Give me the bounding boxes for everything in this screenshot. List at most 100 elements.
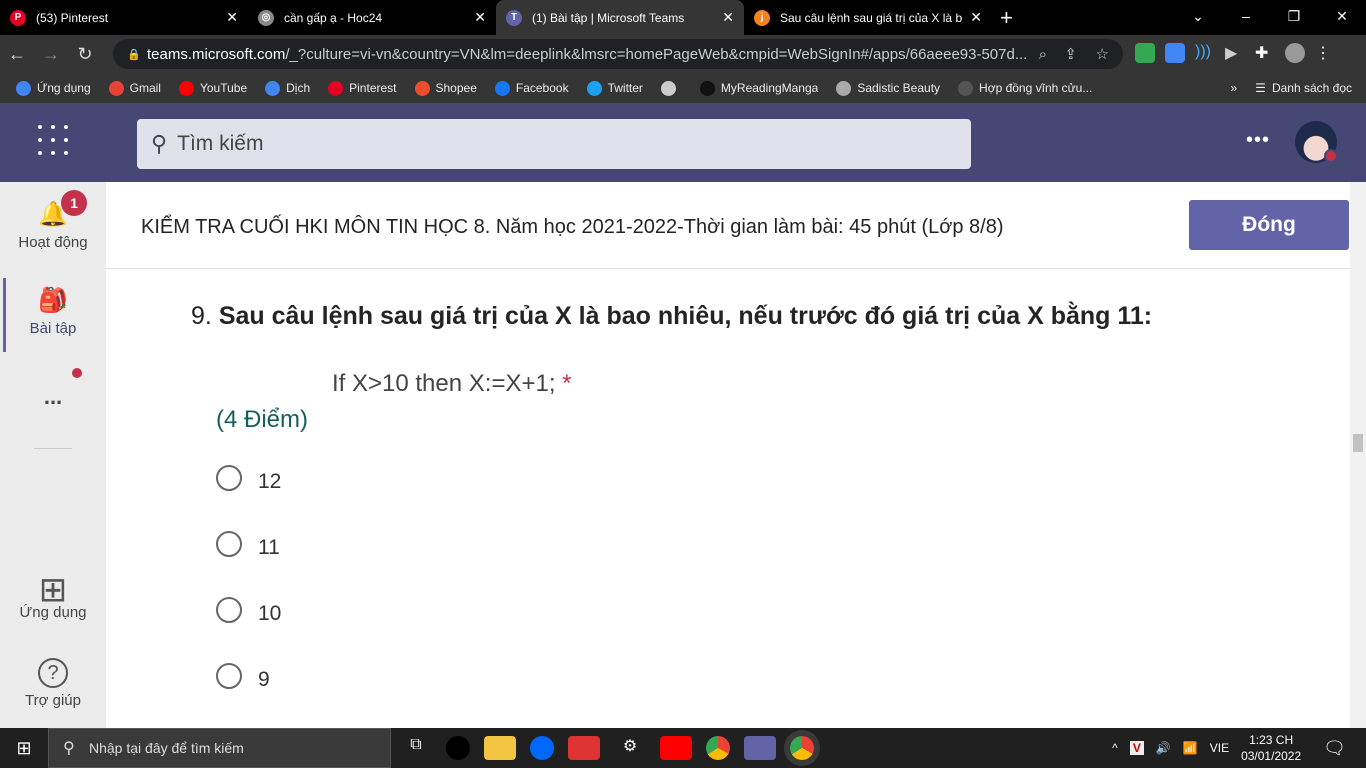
profile-avatar[interactable] xyxy=(1285,43,1305,63)
notifications-icon[interactable]: 🗨 xyxy=(1323,738,1346,759)
bookmark-item[interactable]: Hợp đồng vĩnh cửu... xyxy=(958,80,1092,96)
divider xyxy=(34,448,72,449)
puzzle-icon[interactable]: ✚ xyxy=(1255,43,1275,63)
window-controls: ⌄ – ❐ ✕ xyxy=(1174,0,1366,32)
zoom-icon[interactable]: ⌕ xyxy=(1039,46,1047,63)
close-tab-icon[interactable]: ✕ xyxy=(474,9,486,26)
bookmark-icon xyxy=(660,80,676,96)
more-bookmarks-icon[interactable]: » xyxy=(1230,81,1237,95)
radio-button[interactable] xyxy=(216,597,242,623)
zalo-icon[interactable] xyxy=(530,736,554,760)
volume-icon[interactable]: 🔊 xyxy=(1156,741,1171,755)
bookmark-item[interactable]: Dịch xyxy=(265,80,310,96)
globe-icon: ◎ xyxy=(258,9,274,26)
sidebar-item-apps[interactable]: ⊞ Ứng dụng xyxy=(0,570,106,621)
sidebar-item-help[interactable]: ? Trợ giúp xyxy=(0,658,106,709)
radio-button[interactable] xyxy=(216,663,242,689)
bookmark-icon xyxy=(178,80,194,96)
bookmarks-bar: Ứng dụng Gmail YouTube Dịch Pinterest Shopee F… xyxy=(0,73,1366,103)
new-tab-button[interactable]: + xyxy=(1000,5,1013,31)
task-view-icon[interactable]: ⧉ xyxy=(400,736,432,760)
bookmark-item[interactable]: Sadistic Beauty xyxy=(836,80,940,96)
answer-option[interactable]: 9 xyxy=(216,663,270,692)
forward-button[interactable]: → xyxy=(34,44,68,65)
scrollbar-thumb[interactable] xyxy=(1353,434,1363,452)
answer-option[interactable]: 11 xyxy=(216,531,280,560)
answer-option[interactable]: 10 xyxy=(216,597,281,626)
bookmark-item[interactable]: Twitter xyxy=(586,80,643,96)
close-window-button[interactable]: ✕ xyxy=(1318,0,1366,32)
file-explorer-icon[interactable] xyxy=(484,736,516,760)
wave-icon[interactable]: ))) xyxy=(1195,43,1215,63)
star-icon[interactable]: ☆ xyxy=(1096,45,1109,63)
clock[interactable]: 1:23 CH 03/01/2022 xyxy=(1241,732,1301,764)
language-indicator[interactable]: VIE xyxy=(1210,741,1229,755)
close-tab-icon[interactable]: ✕ xyxy=(722,9,734,26)
bookmark-item[interactable]: MyReadingManga xyxy=(699,80,818,96)
back-button[interactable]: ← xyxy=(0,44,34,65)
translate-icon[interactable] xyxy=(1165,43,1185,63)
reload-button[interactable]: ↻ xyxy=(68,44,102,65)
avatar[interactable] xyxy=(1295,121,1338,163)
j-icon: j xyxy=(754,9,770,26)
extension-icon[interactable] xyxy=(1135,43,1155,63)
bookmark-item[interactable]: Shopee xyxy=(414,80,477,96)
search-input[interactable]: ⚲ Tìm kiếm xyxy=(137,119,971,169)
lock-icon: 🔒 xyxy=(127,48,141,61)
browser-tab[interactable]: P (53) Pinterest ✕ xyxy=(0,0,248,35)
sidebar-item-assignments[interactable]: 🎒 Bài tập xyxy=(0,278,106,352)
taskbar-search-input[interactable]: ⚲ Nhập tại đây để tìm kiếm xyxy=(48,728,391,768)
question-title: 9. Sau câu lệnh sau giá trị của X là bao… xyxy=(191,302,1153,330)
settings-icon[interactable]: ⚙ xyxy=(614,736,646,760)
chevron-up-icon[interactable]: ^ xyxy=(1112,741,1118,755)
bookmark-item[interactable]: YouTube xyxy=(178,80,247,96)
teams-icon[interactable] xyxy=(744,736,776,760)
bookmark-item[interactable]: Gmail xyxy=(108,80,161,96)
tiktok-icon[interactable] xyxy=(446,736,470,760)
page-title: KIỂM TRA CUỐI HKI MÔN TIN HỌC 8. Năm học… xyxy=(141,216,1004,238)
bookmark-icon xyxy=(265,80,281,96)
system-tray: ^ V 🔊 📶 VIE 1:23 CH 03/01/2022 🗨 xyxy=(1112,732,1366,764)
bookmark-item[interactable]: Ứng dụng xyxy=(16,80,91,96)
tab-search-icon[interactable]: ⌄ xyxy=(1174,0,1222,32)
wifi-icon[interactable]: 📶 xyxy=(1183,741,1198,755)
reading-list-button[interactable]: ☰ Danh sách đọc xyxy=(1255,81,1352,95)
share-icon[interactable]: ⇪ xyxy=(1064,45,1077,63)
bookmark-item[interactable]: Facebook xyxy=(494,80,569,96)
bell-icon: 🔔 xyxy=(38,201,68,228)
bookmark-item[interactable]: Pinterest xyxy=(328,80,397,96)
close-button[interactable]: Đóng xyxy=(1189,200,1349,250)
minimize-button[interactable]: – xyxy=(1222,0,1270,32)
radio-button[interactable] xyxy=(216,465,242,491)
url-input[interactable]: 🔒 teams.microsoft.com/_?culture=vi-vn&co… xyxy=(113,39,1123,69)
windows-start-icon[interactable]: ⊞ xyxy=(0,738,48,759)
backpack-icon: 🎒 xyxy=(38,287,68,314)
scrollbar[interactable] xyxy=(1350,182,1366,728)
answer-option[interactable]: 12 xyxy=(216,465,281,494)
radio-button[interactable] xyxy=(216,531,242,557)
more-options-icon[interactable]: ••• xyxy=(1246,129,1270,152)
app-icon[interactable] xyxy=(568,736,600,760)
restore-button[interactable]: ❐ xyxy=(1270,0,1318,32)
taskbar-apps: ⧉ ⚙ xyxy=(400,736,814,760)
extensions: ))) ▶ ✚ ⋮ xyxy=(1135,43,1335,63)
browser-tab[interactable]: T (1) Bài tập | Microsoft Teams ✕ xyxy=(496,0,744,35)
divider xyxy=(106,268,1366,269)
vietkey-icon[interactable]: V xyxy=(1129,741,1144,755)
chrome-active-icon[interactable] xyxy=(790,736,814,760)
youtube-icon[interactable] xyxy=(660,736,692,760)
sidebar-item-activity[interactable]: 🔔 1 Hoạt động xyxy=(0,190,106,251)
close-tab-icon[interactable]: ✕ xyxy=(970,9,982,26)
play-icon[interactable]: ▶ xyxy=(1225,43,1245,63)
browser-tab[interactable]: ◎ cần gấp ạ - Hoc24 ✕ xyxy=(248,0,496,35)
bookmark-item[interactable] xyxy=(660,80,682,96)
help-icon: ? xyxy=(0,658,106,692)
browser-tab[interactable]: j Sau câu lệnh sau giá trị của X là b ✕ xyxy=(744,0,992,35)
address-bar-row: ← → ↻ 🔒 teams.microsoft.com/_?culture=vi… xyxy=(0,35,1366,73)
sidebar-item-more[interactable]: ... xyxy=(0,368,106,410)
close-tab-icon[interactable]: ✕ xyxy=(226,9,238,26)
chrome-icon[interactable] xyxy=(706,736,730,760)
app-launcher-icon[interactable] xyxy=(38,125,68,155)
windows-taskbar: ⊞ ⚲ Nhập tại đây để tìm kiếm ⧉ ⚙ ^ V 🔊 📶… xyxy=(0,728,1366,768)
menu-icon[interactable]: ⋮ xyxy=(1315,43,1335,63)
